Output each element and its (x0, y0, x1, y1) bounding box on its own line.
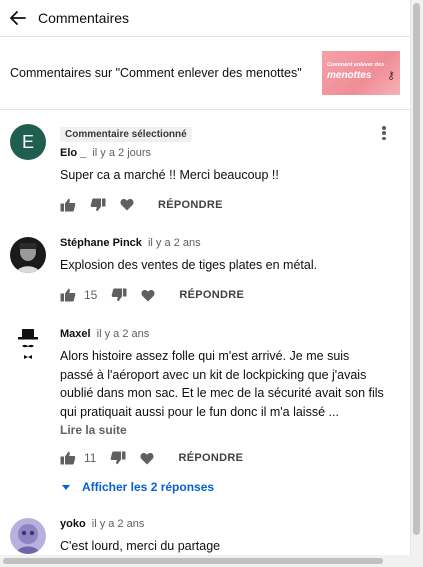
thumbnail-caption-large: menottes (327, 70, 372, 81)
back-button[interactable] (8, 8, 28, 28)
reply-button[interactable]: RÉPONDRE (158, 199, 223, 211)
person-photo-icon (10, 236, 46, 273)
avatar[interactable] (10, 518, 46, 554)
video-info: Commentaires sur "Comment enlever des me… (0, 37, 410, 110)
comment-time[interactable]: il y a 2 ans (148, 237, 201, 249)
comment-actions: 11 RÉPONDRE (60, 448, 386, 468)
heart-icon (140, 452, 154, 464)
like-button[interactable] (60, 198, 76, 212)
horizontal-scrollbar[interactable] (0, 555, 423, 567)
comment-text: Explosion des ventes de tiges plates en … (60, 257, 318, 272)
heart-button[interactable] (141, 289, 155, 302)
comment-author[interactable]: Stéphane Pinck (60, 237, 142, 249)
video-thumbnail[interactable]: Comment enlever des menottes ⚷ (322, 51, 400, 95)
comment-author[interactable]: yoko (60, 518, 86, 530)
cartoon-avatar-icon (10, 518, 46, 554)
more-options-button[interactable] (380, 124, 388, 142)
reply-button[interactable]: RÉPONDRE (179, 289, 244, 301)
dot (382, 136, 386, 140)
heart-icon (141, 289, 155, 301)
selected-comment-badge: Commentaire sélectionné (60, 127, 192, 142)
reply-button[interactable]: RÉPONDRE (178, 452, 243, 464)
thumbs-up-icon (60, 288, 76, 302)
dislike-button[interactable] (110, 451, 126, 465)
like-count: 11 (84, 451, 97, 465)
thumbs-up-icon (60, 198, 76, 211)
dislike-button[interactable] (111, 288, 127, 302)
avatar-letter: E (21, 131, 34, 152)
comment-author[interactable]: Elo _ (60, 147, 86, 159)
comments-panel: Commentaires Commentaires sur "Comment e… (0, 0, 411, 555)
show-replies-label: Afficher les 2 réponses (82, 480, 215, 494)
comment-item: yoko il y a 2 ans C'est lourd, merci du … (0, 518, 410, 555)
thumbs-down-icon (112, 288, 127, 302)
comment-text: Super ca a marché !! Merci beaucoup !! (60, 168, 279, 182)
comment-item: Maxel il y a 2 ans Alors histoire assez … (0, 328, 410, 494)
dislike-button[interactable] (90, 198, 106, 212)
dot (382, 131, 386, 135)
vertical-scrollbar-thumb[interactable] (413, 3, 420, 535)
vertical-scrollbar[interactable] (411, 0, 423, 555)
thumbnail-caption-small: Comment enlever des (327, 62, 385, 68)
like-button[interactable]: 15 (60, 288, 97, 302)
thumbs-down-icon (90, 198, 106, 211)
comment-actions: RÉPONDRE (60, 195, 386, 215)
arrow-left-icon (10, 11, 26, 25)
video-title: Commentaires sur "Comment enlever des me… (10, 66, 302, 80)
comment-item: Stéphane Pinck il y a 2 ans Explosion de… (0, 236, 410, 306)
comment-text: Alors histoire assez folle qui m'est arr… (60, 349, 384, 419)
page-title: Commentaires (38, 10, 130, 26)
top-bar: Commentaires (0, 0, 410, 37)
show-replies-button[interactable]: Afficher les 2 réponses (60, 480, 386, 494)
key-icon: ⚷ (386, 70, 395, 82)
avatar[interactable]: E (10, 124, 46, 160)
heart-button[interactable] (140, 452, 154, 465)
comment-author[interactable]: Maxel (60, 328, 91, 340)
comment-text: C'est lourd, merci du partage (60, 539, 221, 553)
comment-time[interactable]: il y a 2 ans (92, 518, 145, 530)
like-count: 15 (84, 288, 98, 302)
thumbs-up-icon (60, 451, 76, 465)
comment-actions: 15 RÉPONDRE (60, 285, 386, 305)
caret-down-icon (62, 484, 70, 490)
comment-item: E Commentaire sélectionné Elo _ il y a 2… (0, 124, 410, 215)
avatar[interactable] (10, 328, 46, 364)
dot (382, 126, 386, 130)
heart-button[interactable] (120, 198, 134, 211)
comment-time[interactable]: il y a 2 ans (97, 328, 150, 340)
avatar[interactable] (10, 236, 46, 273)
like-button[interactable]: 11 (60, 451, 96, 465)
comment-time[interactable]: il y a 2 jours (92, 147, 151, 159)
top-hat-mustache-icon (10, 328, 46, 364)
read-more-link[interactable]: Lire la suite (60, 423, 386, 437)
thumbs-down-icon (111, 451, 126, 465)
horizontal-scrollbar-thumb[interactable] (3, 558, 383, 564)
heart-icon (120, 198, 134, 211)
